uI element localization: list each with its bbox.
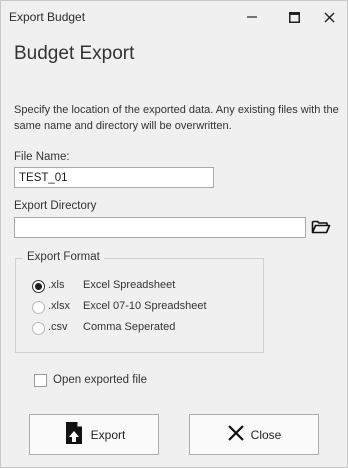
description-text: Specify the location of the exported dat… (14, 104, 339, 132)
maximize-button[interactable] (275, 1, 313, 33)
open-exported-file-option[interactable]: Open exported file (34, 372, 147, 388)
close-button[interactable]: Close (189, 414, 319, 455)
export-budget-window: Export Budget Budget Export Specify the … (0, 0, 348, 468)
format-extension: .xlsx (48, 300, 70, 312)
close-button-label: Close (250, 427, 282, 442)
folder-open-icon (311, 220, 330, 234)
format-option-xlsx[interactable]: .xlsx Excel 07-10 Spreadsheet (32, 299, 207, 315)
export-button[interactable]: Export (29, 414, 159, 455)
format-label: Excel Spreadsheet (83, 279, 176, 291)
format-extension: .csv (48, 321, 68, 333)
format-option-csv[interactable]: .csv Comma Seperated (32, 320, 175, 336)
minimize-icon (247, 16, 257, 18)
open-exported-file-checkbox[interactable] (34, 373, 47, 387)
radio-button[interactable] (32, 279, 45, 293)
open-exported-file-label: Open exported file (53, 374, 147, 386)
page-title: Budget Export (14, 43, 135, 64)
format-label: Excel 07-10 Spreadsheet (83, 300, 207, 312)
export-format-title: Export Format (23, 251, 104, 263)
window-close-button[interactable] (310, 1, 348, 33)
format-label: Comma Seperated (83, 321, 176, 333)
format-extension: .xls (48, 279, 65, 291)
minimize-button[interactable] (233, 1, 271, 33)
x-icon (227, 424, 245, 445)
radio-button[interactable] (32, 321, 45, 335)
title-bar: Export Budget (1, 1, 347, 33)
export-file-icon (63, 421, 85, 448)
close-icon (324, 12, 334, 22)
radio-button[interactable] (32, 300, 45, 314)
radio-selected-dot (35, 282, 42, 290)
export-directory-input[interactable] (14, 217, 306, 238)
export-button-label: Export (90, 427, 126, 442)
format-option-xls[interactable]: .xls Excel Spreadsheet (32, 278, 175, 294)
file-name-input[interactable] (14, 167, 214, 188)
export-directory-label: Export Directory (14, 200, 97, 212)
browse-directory-button[interactable] (309, 216, 332, 238)
window-title: Export Budget (9, 10, 86, 24)
file-name-label: File Name: (14, 151, 70, 163)
maximize-icon (288, 11, 300, 23)
